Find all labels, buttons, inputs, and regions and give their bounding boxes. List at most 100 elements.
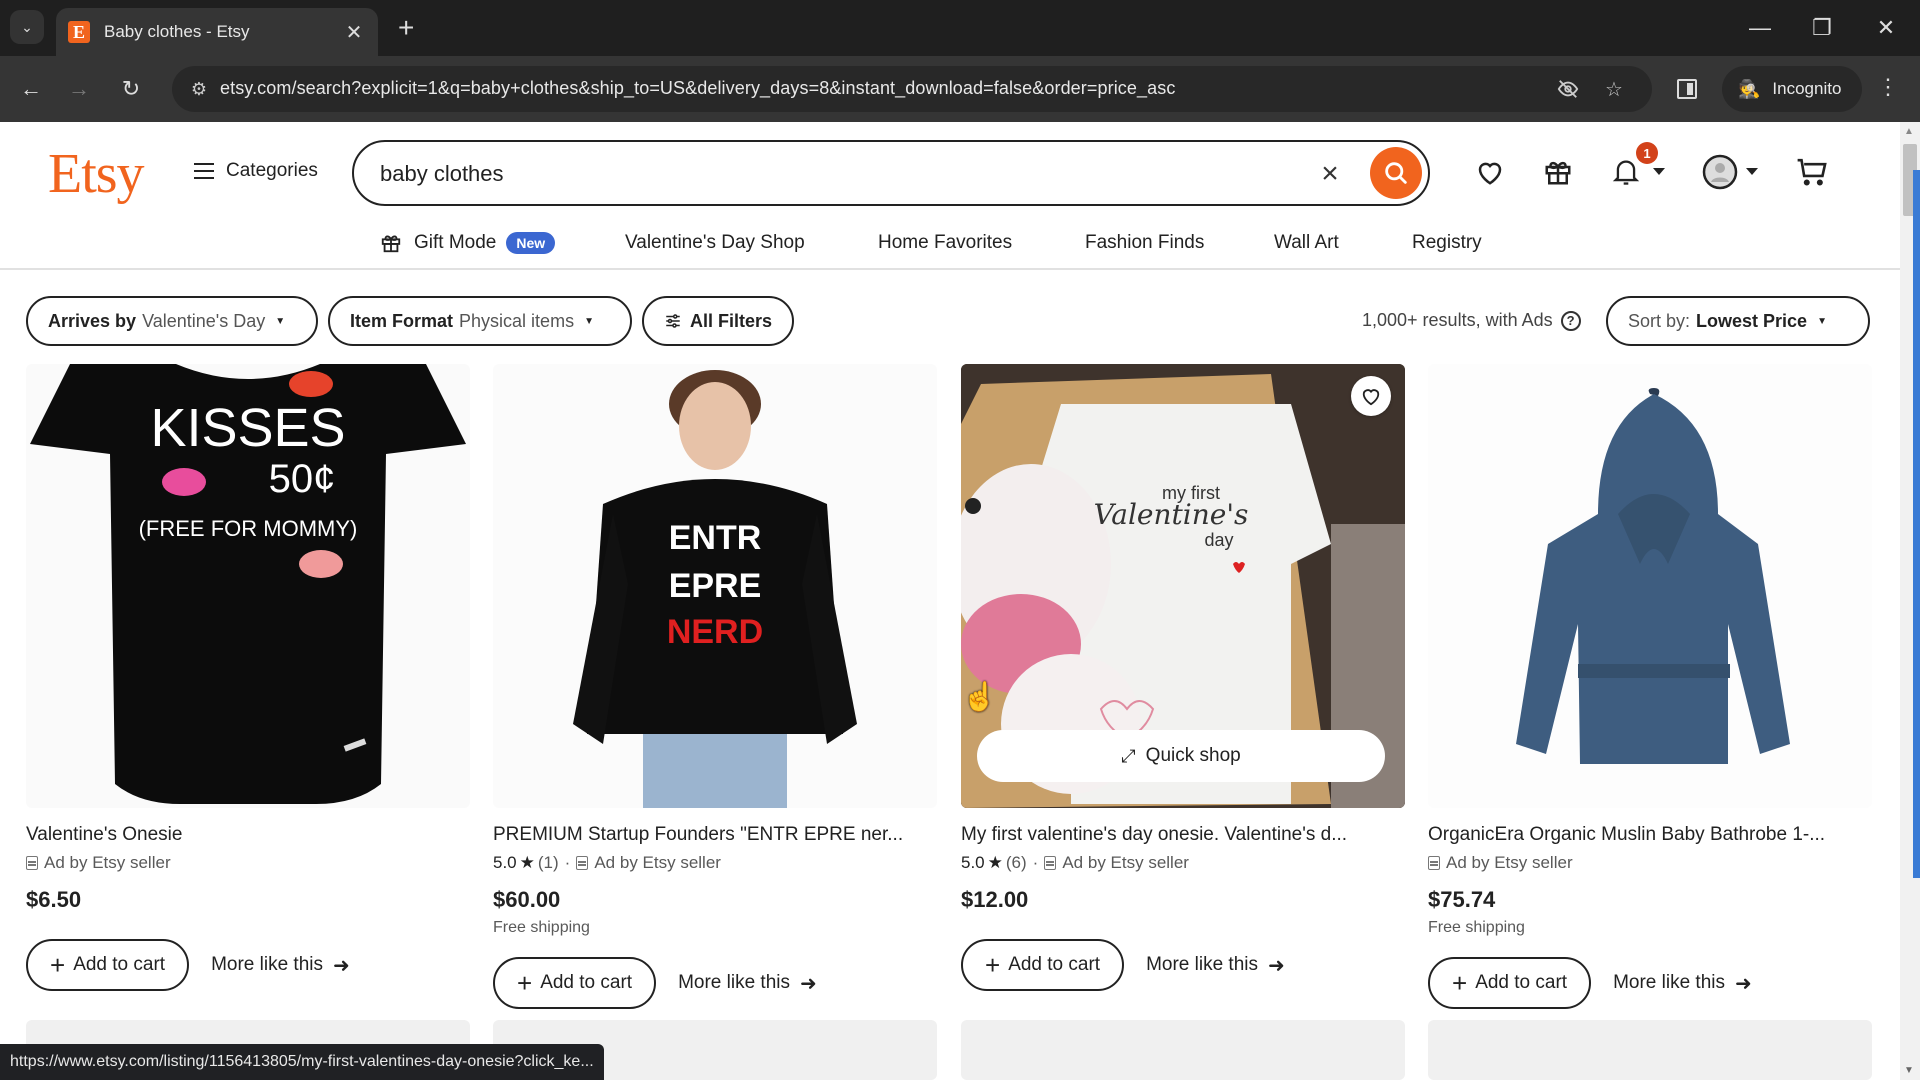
- separator: ·: [564, 853, 571, 872]
- etsy-logo[interactable]: Etsy: [48, 142, 145, 206]
- product-image[interactable]: ENTR EPRE NERD: [493, 364, 937, 808]
- add-to-cart-button[interactable]: + Add to cart: [493, 957, 657, 1009]
- gift-button[interactable]: [1538, 152, 1578, 192]
- rating-value: 5.0: [493, 853, 517, 872]
- product-title[interactable]: Valentine's Onesie: [26, 824, 470, 846]
- image-text: 50¢: [269, 457, 336, 501]
- url-text[interactable]: etsy.com/search?explicit=1&q=baby+clothe…: [220, 78, 1175, 99]
- plus-icon: +: [517, 967, 533, 998]
- more-like-this-link[interactable]: More like this ➜: [211, 953, 350, 978]
- search-input[interactable]: [380, 158, 1280, 190]
- nav-gift-mode[interactable]: Gift Mode New: [380, 232, 556, 254]
- sort-dropdown[interactable]: Sort by: Lowest Price ▼: [1606, 296, 1870, 346]
- product-card[interactable]: ENTR EPRE NERD PREMIUM Startup Founders …: [493, 364, 937, 1009]
- ad-label: Ad by Etsy seller: [1062, 853, 1189, 872]
- product-card[interactable]: OrganicEra Organic Muslin Baby Bathrobe …: [1428, 364, 1872, 1009]
- arrow-right-icon: ➜: [1735, 972, 1752, 995]
- help-icon[interactable]: ?: [1560, 310, 1581, 331]
- product-image[interactable]: my first Valentine's day ⤢ Quick shop: [961, 364, 1405, 808]
- notifications-caret-icon[interactable]: [1653, 168, 1665, 175]
- close-window-button[interactable]: ✕: [1856, 8, 1916, 48]
- eye-off-icon[interactable]: [1552, 74, 1584, 104]
- filter-key: Arrives by: [48, 310, 137, 331]
- avatar-icon: [1702, 154, 1738, 190]
- window-edge-highlight: [1913, 170, 1920, 878]
- side-panel-button[interactable]: [1672, 74, 1702, 104]
- product-title[interactable]: PREMIUM Startup Founders "ENTR EPRE ner.…: [493, 824, 937, 846]
- back-button[interactable]: ←: [14, 72, 48, 106]
- more-like-this-link[interactable]: More like this ➜: [1146, 953, 1285, 978]
- sort-value: Lowest Price: [1696, 310, 1808, 331]
- new-tab-button[interactable]: +: [398, 12, 414, 44]
- add-to-cart-label: Add to cart: [73, 954, 166, 975]
- rating-value: 5.0: [961, 853, 985, 872]
- account-button[interactable]: [1700, 152, 1740, 192]
- add-to-cart-button[interactable]: + Add to cart: [961, 939, 1125, 991]
- bookmark-star-icon[interactable]: ☆: [1598, 74, 1630, 104]
- product-price: $60.00: [493, 887, 561, 912]
- nav-wall-art[interactable]: Wall Art: [1274, 232, 1339, 254]
- dropdown-caret-icon: ▼: [584, 315, 594, 327]
- nav-home-favorites[interactable]: Home Favorites: [878, 232, 1012, 254]
- all-filters-button[interactable]: All Filters: [642, 296, 794, 346]
- account-caret-icon[interactable]: [1746, 168, 1758, 175]
- ad-label: Ad by Etsy seller: [594, 853, 721, 872]
- reload-icon: ↻: [121, 76, 141, 101]
- nav-valentines-day-shop[interactable]: Valentine's Day Shop: [625, 232, 805, 254]
- product-image[interactable]: [1428, 364, 1872, 808]
- bathrobe-image: [1516, 388, 1790, 764]
- arrives-by-filter[interactable]: Arrives by Valentine's Day ▼: [26, 296, 318, 346]
- product-card[interactable]: KISSES 50¢ (FREE FOR MOMMY) Valentine's …: [26, 364, 470, 991]
- scroll-down-arrow-icon[interactable]: ▼: [1904, 1065, 1914, 1076]
- ad-icon: [1428, 856, 1440, 870]
- add-to-cart-label: Add to cart: [1008, 954, 1101, 975]
- results-count: 1,000+ results, with Ads ?: [1362, 310, 1581, 331]
- browser-tab[interactable]: E Baby clothes - Etsy ✕: [56, 8, 378, 56]
- more-like-this-link[interactable]: More like this ➜: [1613, 971, 1752, 996]
- scroll-up-arrow-icon[interactable]: ▲: [1904, 126, 1914, 137]
- quick-shop-button[interactable]: ⤢ Quick shop: [977, 730, 1385, 782]
- forward-button[interactable]: →: [62, 72, 96, 106]
- add-to-cart-button[interactable]: + Add to cart: [1428, 957, 1592, 1009]
- item-format-filter[interactable]: Item Format Physical items ▼: [328, 296, 632, 346]
- cart-button[interactable]: [1792, 152, 1832, 192]
- hoodie-image: ENTR EPRE NERD: [573, 370, 857, 808]
- nav-registry[interactable]: Registry: [1412, 232, 1482, 254]
- product-card[interactable]: my first Valentine's day ⤢ Quick shop My…: [961, 364, 1405, 991]
- tab-close-icon[interactable]: ✕: [342, 20, 366, 45]
- more-like-this-link[interactable]: More like this ➜: [678, 971, 817, 996]
- minimize-button[interactable]: —: [1730, 8, 1790, 48]
- sort-key: Sort by:: [1628, 310, 1691, 331]
- product-meta: 5.0 ★ (6) · Ad by Etsy seller: [961, 853, 1405, 873]
- incognito-label: Incognito: [1772, 79, 1842, 98]
- site-info-icon[interactable]: ⚙: [184, 74, 214, 104]
- product-title[interactable]: My first valentine's day onesie. Valenti…: [961, 824, 1405, 846]
- side-panel-icon: [1677, 79, 1697, 99]
- restore-button[interactable]: ❐: [1792, 8, 1852, 48]
- reload-button[interactable]: ↻: [114, 72, 148, 106]
- minimize-icon: —: [1749, 15, 1771, 40]
- incognito-indicator[interactable]: 🕵 Incognito: [1722, 66, 1862, 112]
- favorites-button[interactable]: [1470, 152, 1510, 192]
- categories-button[interactable]: Categories: [194, 160, 318, 182]
- image-text: day: [1204, 530, 1233, 550]
- browser-toolbar: ← → ↻ ⚙ etsy.com/search?explicit=1&q=bab…: [0, 56, 1920, 122]
- address-bar[interactable]: ⚙ etsy.com/search?explicit=1&q=baby+clot…: [172, 66, 1652, 112]
- product-title[interactable]: OrganicEra Organic Muslin Baby Bathrobe …: [1428, 824, 1872, 846]
- browser-menu-icon[interactable]: ⋮: [1876, 74, 1900, 100]
- add-to-cart-button[interactable]: + Add to cart: [26, 939, 190, 991]
- clear-search-icon[interactable]: ×: [1312, 156, 1348, 192]
- heart-icon: [1478, 162, 1502, 185]
- ad-icon: [1044, 856, 1057, 870]
- separator: ·: [1032, 853, 1039, 872]
- search-button[interactable]: [1370, 147, 1422, 199]
- tab-search-button[interactable]: ⌄: [10, 10, 44, 44]
- expand-icon: ⤢: [1121, 745, 1136, 766]
- product-image[interactable]: KISSES 50¢ (FREE FOR MOMMY): [26, 364, 470, 808]
- product-price: $6.50: [26, 887, 82, 912]
- onesie-image: KISSES 50¢ (FREE FOR MOMMY): [30, 364, 466, 804]
- search-icon: [1385, 162, 1407, 184]
- nav-fashion-finds[interactable]: Fashion Finds: [1085, 232, 1204, 254]
- image-text: ENTR: [669, 519, 762, 557]
- favorite-button[interactable]: [1351, 376, 1391, 416]
